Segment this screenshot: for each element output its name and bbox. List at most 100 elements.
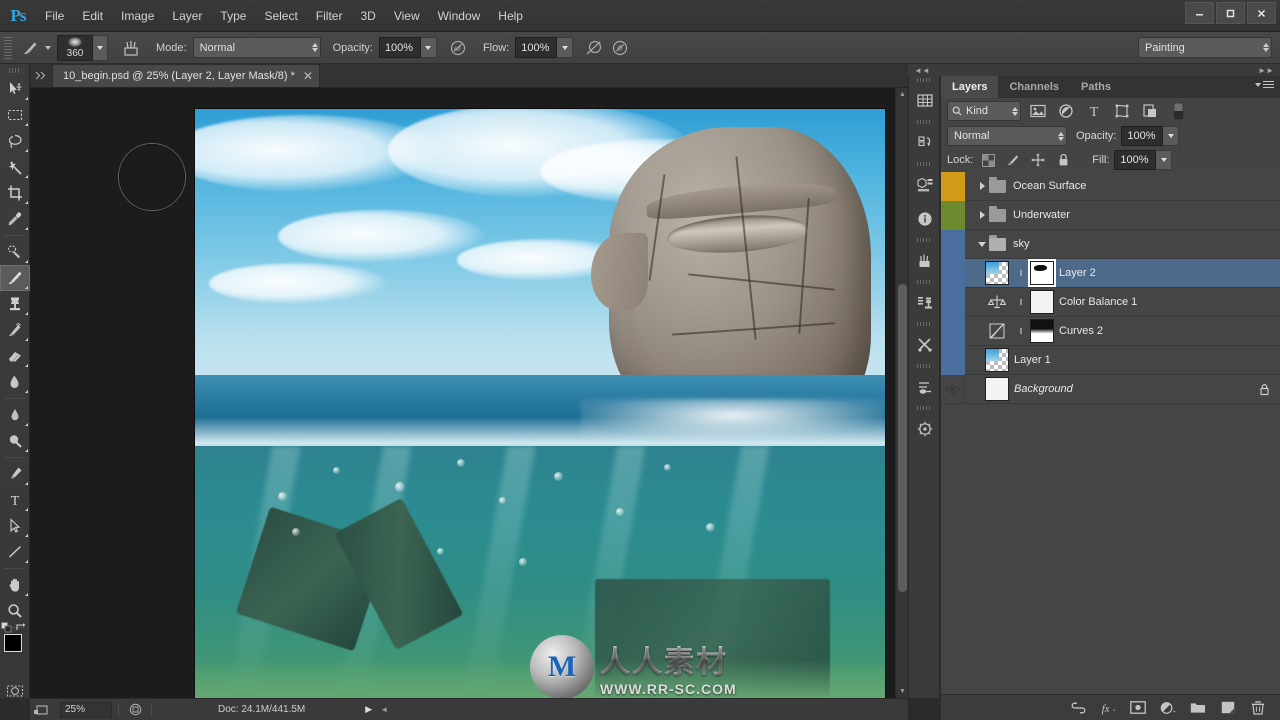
info-icon[interactable]: [909, 202, 941, 236]
lock-transparent-pixels-icon[interactable]: [978, 151, 998, 169]
brush-preview[interactable]: 360: [57, 34, 93, 61]
scroll-up-icon[interactable]: ▲: [896, 88, 908, 101]
group-disclosure-triangle[interactable]: [975, 211, 989, 219]
menu-filter[interactable]: Filter: [307, 4, 352, 28]
blur-tool[interactable]: [0, 402, 30, 428]
gradient-tool[interactable]: [0, 369, 30, 395]
filter-shape-layers-icon[interactable]: [1111, 101, 1133, 121]
layer-mask-thumbnail[interactable]: [1030, 319, 1054, 343]
filter-adjustment-layers-icon[interactable]: [1055, 101, 1077, 121]
eraser-tool[interactable]: [0, 343, 30, 369]
current-tool-brush-icon[interactable]: [17, 36, 43, 60]
close-button[interactable]: [1247, 2, 1276, 24]
add-layer-mask-icon[interactable]: [1130, 700, 1146, 716]
quick-mask-toggle[interactable]: [0, 678, 30, 704]
mask-link-icon[interactable]: [1014, 325, 1026, 337]
move-tool[interactable]: [0, 76, 30, 102]
layer-opacity-input[interactable]: 100%: [1121, 126, 1164, 146]
mini-dock-grip[interactable]: [909, 76, 939, 84]
scrollbar-thumb[interactable]: [898, 284, 907, 592]
menu-edit[interactable]: Edit: [73, 4, 112, 28]
brush-presets-icon[interactable]: [909, 244, 941, 278]
crop-tool[interactable]: [0, 180, 30, 206]
clone-source-icon[interactable]: [909, 286, 941, 320]
tab-paths[interactable]: Paths: [1070, 76, 1122, 98]
options-bar-grip[interactable]: [4, 36, 12, 59]
layer-row-curves-2[interactable]: Curves 2: [941, 316, 1280, 346]
path-selection-tool[interactable]: [0, 513, 30, 539]
maximize-button[interactable]: [1216, 2, 1245, 24]
brush-preset-picker-arrow[interactable]: [45, 45, 51, 50]
canvas-vertical-scrollbar[interactable]: ▲ ▼: [895, 88, 908, 698]
menu-window[interactable]: Window: [429, 4, 490, 28]
layer-opacity-dropdown[interactable]: [1163, 126, 1180, 146]
group-disclosure-triangle[interactable]: [975, 182, 989, 190]
lock-all-icon[interactable]: [1053, 151, 1073, 169]
panel-menu-button[interactable]: [1255, 81, 1274, 88]
mini-dock-grip[interactable]: [909, 320, 939, 328]
color-balance-icon[interactable]: [985, 290, 1009, 314]
expand-panels-icon[interactable]: [30, 63, 52, 87]
healing-brush-tool[interactable]: [0, 239, 30, 265]
brush-tool[interactable]: [0, 265, 30, 291]
history-icon[interactable]: [909, 126, 941, 160]
navigator-icon[interactable]: [909, 412, 941, 446]
document-info[interactable]: Doc: 24.1M/441.5M: [218, 704, 305, 715]
layer-row-background[interactable]: Background: [941, 374, 1280, 404]
pen-tool[interactable]: [0, 461, 30, 487]
menu-help[interactable]: Help: [489, 4, 532, 28]
layer-thumbnail[interactable]: [985, 261, 1009, 285]
mini-bridge-icon[interactable]: [909, 84, 941, 118]
mini-dock-grip[interactable]: [909, 404, 939, 412]
link-layers-icon[interactable]: [1070, 700, 1086, 716]
layer-name[interactable]: Layer 2: [1059, 267, 1096, 279]
menu-3d[interactable]: 3D: [351, 4, 384, 28]
toolbar-grip[interactable]: [0, 64, 29, 76]
default-colors-icon[interactable]: [1, 622, 13, 634]
menu-type[interactable]: Type: [211, 4, 255, 28]
airbrush-toggle-icon[interactable]: [581, 36, 607, 60]
menu-view[interactable]: View: [385, 4, 429, 28]
minimize-button[interactable]: [1185, 2, 1214, 24]
group-disclosure-triangle[interactable]: [975, 241, 989, 247]
layer-row-color-balance-1[interactable]: Color Balance 1: [941, 287, 1280, 317]
hand-tool[interactable]: [0, 572, 30, 598]
zoom-tool[interactable]: [0, 598, 30, 624]
brush-panel-toggle-icon[interactable]: [118, 36, 144, 60]
properties-icon[interactable]: [909, 168, 941, 202]
new-adjustment-layer-icon[interactable]: [1160, 700, 1176, 716]
marquee-tool[interactable]: [0, 102, 30, 128]
dodge-tool[interactable]: [0, 428, 30, 454]
artboard[interactable]: M 人人素材 WWW.RR-SC.COM: [195, 109, 885, 698]
flow-dropdown-arrow[interactable]: [557, 37, 574, 58]
filter-type-layers-icon[interactable]: T: [1083, 101, 1105, 121]
filter-smart-objects-icon[interactable]: [1139, 101, 1161, 121]
lock-image-pixels-icon[interactable]: [1003, 151, 1023, 169]
canvas-area[interactable]: M 人人素材 WWW.RR-SC.COM ▲ ▼: [30, 88, 908, 698]
menu-image[interactable]: Image: [112, 4, 163, 28]
blend-mode-select[interactable]: Normal: [192, 37, 321, 58]
workspace-selector[interactable]: Painting: [1138, 37, 1272, 58]
tab-channels[interactable]: Channels: [998, 76, 1070, 98]
lasso-tool[interactable]: [0, 128, 30, 154]
eyedropper-tool[interactable]: [0, 206, 30, 232]
layer-mask-thumbnail[interactable]: [1030, 290, 1054, 314]
status-collapse-icon[interactable]: ◄: [380, 705, 388, 714]
delete-layer-icon[interactable]: [1250, 700, 1266, 716]
collapse-left-icon[interactable]: ◄◄: [914, 66, 930, 75]
menu-select[interactable]: Select: [255, 4, 306, 28]
mask-link-icon[interactable]: [1014, 296, 1026, 308]
menu-file[interactable]: File: [36, 4, 73, 28]
layer-name[interactable]: sky: [1013, 238, 1030, 250]
foreground-color-swatch[interactable]: [4, 634, 22, 652]
layer-fill-dropdown[interactable]: [1156, 150, 1173, 170]
history-brush-tool[interactable]: [0, 317, 30, 343]
layer-name[interactable]: Ocean Surface: [1013, 180, 1086, 192]
layer-row-ocean-surface[interactable]: Ocean Surface: [941, 172, 1280, 201]
document-tab[interactable]: 10_begin.psd @ 25% (Layer 2, Layer Mask/…: [52, 64, 320, 87]
lock-position-icon[interactable]: [1028, 151, 1048, 169]
close-document-icon[interactable]: ✕: [303, 70, 313, 82]
layer-list[interactable]: Ocean Surface Underwater sky Layer 2 Col…: [941, 172, 1280, 694]
filter-toggle-switch[interactable]: [1167, 101, 1189, 121]
layer-fill-input[interactable]: 100%: [1114, 150, 1157, 170]
